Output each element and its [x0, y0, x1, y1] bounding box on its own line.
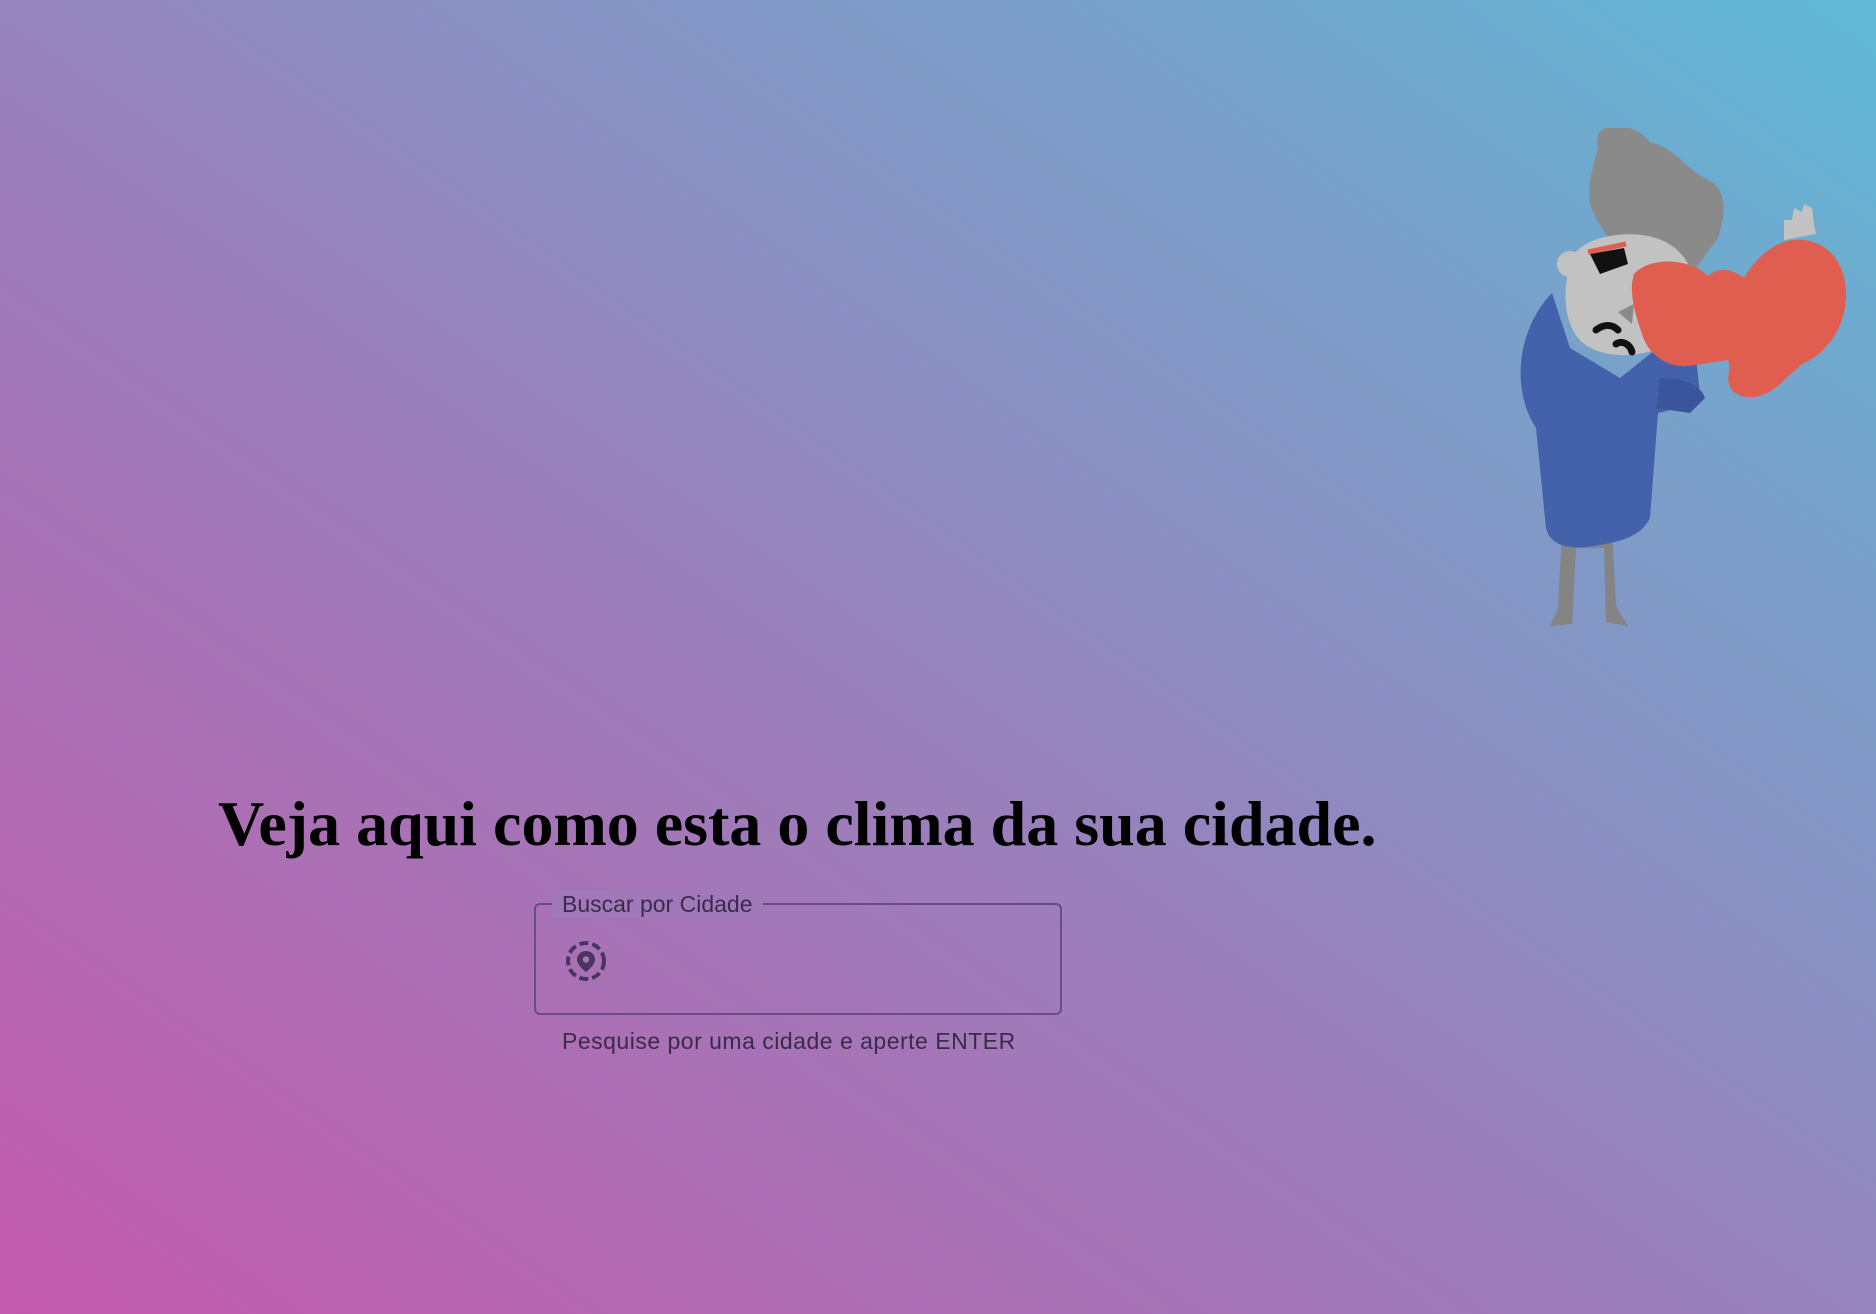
city-search-input[interactable]	[628, 933, 1042, 989]
search-helper-text: Pesquise por uma cidade e aperte ENTER	[562, 1028, 1016, 1054]
page-title: Veja aqui como esta o clima da sua cidad…	[218, 788, 1377, 859]
location-search-icon	[564, 939, 608, 983]
city-search-field[interactable]: Buscar por Cidade	[534, 890, 1062, 1015]
windswept-person-illustration	[1520, 128, 1846, 626]
search-field-label: Buscar por Cidade	[552, 890, 763, 918]
